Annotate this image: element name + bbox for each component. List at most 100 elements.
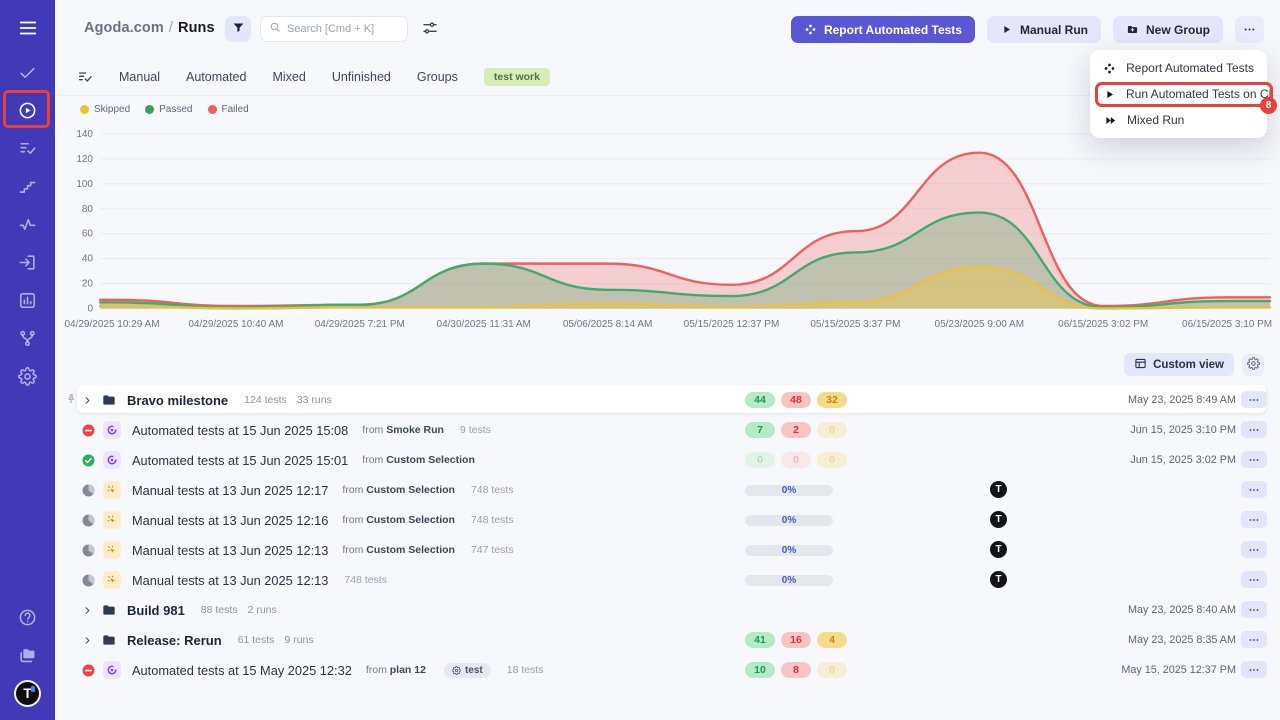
- menu-icon: [17, 17, 39, 39]
- sidebar-item-projects[interactable]: [0, 636, 55, 674]
- badge-skipped: 32: [817, 392, 847, 408]
- progress-bar: 0%: [745, 575, 833, 586]
- row-more-button[interactable]: [1241, 541, 1267, 558]
- sidebar-item-plans[interactable]: [0, 129, 55, 167]
- sidebar-item-menu[interactable]: [0, 9, 55, 47]
- run-row[interactable]: Automated tests at 15 Jun 2025 15:08 from…: [55, 415, 1280, 445]
- run-title[interactable]: Manual tests at 13 Jun 2025 12:13: [132, 573, 328, 588]
- run-row[interactable]: Automated tests at 15 May 2025 12:32from…: [55, 655, 1280, 685]
- sidebar-item-settings[interactable]: [0, 357, 55, 395]
- group-row[interactable]: Release: Rerun61 tests9 runs41164May 23,…: [55, 625, 1280, 655]
- svg-text:140: 140: [76, 129, 93, 140]
- sidebar: T: [0, 0, 55, 720]
- svg-text:0: 0: [87, 304, 93, 315]
- sidebar-item-pulse[interactable]: [0, 205, 55, 243]
- gear-icon: [452, 666, 461, 675]
- manual-run-icon: [103, 481, 121, 499]
- tab-groups[interactable]: Groups: [417, 70, 458, 84]
- sidebar-item-tests[interactable]: [0, 53, 55, 91]
- fast-forward-icon: [1103, 114, 1117, 127]
- assignee-avatar: T: [990, 511, 1007, 528]
- chevron-right-icon[interactable]: [82, 395, 93, 406]
- manual-run-button[interactable]: Manual Run: [987, 16, 1101, 43]
- svg-text:80: 80: [82, 204, 94, 215]
- folder-icon: [101, 632, 117, 648]
- run-tests-count: 9 tests: [460, 424, 491, 436]
- sidebar-item-workspace[interactable]: T: [0, 674, 55, 712]
- tab-mixed[interactable]: Mixed: [272, 70, 305, 84]
- row-more-button[interactable]: [1241, 571, 1267, 588]
- display-options-button[interactable]: [420, 20, 440, 38]
- row-more-button[interactable]: [1241, 481, 1267, 498]
- chart-box-icon: [18, 291, 37, 310]
- row-more-button[interactable]: [1241, 661, 1267, 678]
- play-icon: [1103, 88, 1116, 101]
- breadcrumb-project[interactable]: Agoda.com: [84, 20, 164, 36]
- run-title[interactable]: Manual tests at 13 Jun 2025 12:16: [132, 513, 328, 528]
- run-title[interactable]: Automated tests at 15 May 2025 12:32: [132, 663, 352, 678]
- run-source: from Smoke Run: [362, 424, 444, 436]
- group-name[interactable]: Build 981: [127, 603, 185, 618]
- row-more-button[interactable]: [1241, 451, 1267, 468]
- status-unfinished-icon: [82, 574, 95, 587]
- menu-item-report-automated-tests[interactable]: Report Automated Tests: [1090, 55, 1267, 81]
- help-icon: [18, 608, 37, 627]
- row-more-button[interactable]: [1241, 601, 1267, 618]
- tab-manual[interactable]: Manual: [119, 70, 160, 84]
- search-box[interactable]: [260, 16, 408, 42]
- tab-automated[interactable]: Automated: [186, 70, 246, 84]
- play-circle-icon: [18, 101, 37, 120]
- filter-tag[interactable]: test work: [484, 68, 550, 86]
- search-input[interactable]: [287, 23, 399, 35]
- sidebar-item-help[interactable]: [0, 598, 55, 636]
- manual-run-icon: [103, 511, 121, 529]
- chevron-right-icon[interactable]: [82, 605, 93, 616]
- sidebar-item-branches[interactable]: [0, 319, 55, 357]
- custom-view-button[interactable]: Custom view: [1124, 353, 1234, 376]
- run-row[interactable]: Manual tests at 13 Jun 2025 12:13748 tes…: [55, 565, 1280, 595]
- run-row[interactable]: Automated tests at 15 Jun 2025 15:01from…: [55, 445, 1280, 475]
- run-row[interactable]: Manual tests at 13 Jun 2025 12:13 from Cu…: [55, 535, 1280, 565]
- new-group-button[interactable]: New Group: [1113, 16, 1223, 43]
- svg-text:05/23/2025 9:00 AM: 05/23/2025 9:00 AM: [935, 319, 1025, 330]
- sidebar-item-import[interactable]: [0, 243, 55, 281]
- row-more-button[interactable]: [1241, 391, 1267, 408]
- run-title[interactable]: Manual tests at 13 Jun 2025 12:13: [132, 543, 328, 558]
- sidebar-item-runs[interactable]: [0, 91, 55, 129]
- sidebar-item-analytics[interactable]: [0, 281, 55, 319]
- run-title[interactable]: Manual tests at 13 Jun 2025 12:17: [132, 483, 328, 498]
- run-row[interactable]: Manual tests at 13 Jun 2025 12:16from Cu…: [55, 505, 1280, 535]
- actions-dropdown: Report Automated TestsRun Automated Test…: [1090, 50, 1267, 138]
- svg-text:20: 20: [82, 279, 94, 290]
- more-actions-button[interactable]: [1235, 16, 1264, 43]
- row-main: Release: Rerun61 tests9 runs: [82, 625, 314, 655]
- assignee-avatar: T: [990, 541, 1007, 558]
- menu-item-mixed-run[interactable]: Mixed Run: [1090, 107, 1267, 133]
- run-source: from Custom Selection: [342, 544, 455, 556]
- svg-text:06/15/2025 3:02 PM: 06/15/2025 3:02 PM: [1058, 319, 1148, 330]
- row-more-button[interactable]: [1241, 511, 1267, 528]
- group-name[interactable]: Bravo milestone: [127, 393, 228, 408]
- run-tag[interactable]: test: [444, 663, 491, 678]
- run-title[interactable]: Automated tests at 15 Jun 2025 15:08: [132, 423, 348, 438]
- group-name[interactable]: Release: Rerun: [127, 633, 222, 648]
- list-check-icon: [18, 139, 37, 158]
- run-row[interactable]: Manual tests at 13 Jun 2025 12:17from Cu…: [55, 475, 1280, 505]
- row-more-button[interactable]: [1241, 631, 1267, 648]
- filter-button[interactable]: [225, 16, 251, 42]
- table-settings-button[interactable]: [1242, 354, 1264, 376]
- row-more-button[interactable]: [1241, 421, 1267, 438]
- sidebar-footer: T: [0, 598, 55, 712]
- report-automated-tests-button[interactable]: Report Automated Tests: [791, 16, 975, 43]
- group-row[interactable]: Build 98188 tests2 runsMay 23, 2025 8:40…: [55, 595, 1280, 625]
- gear-icon: [18, 367, 37, 386]
- workspace-logo: T: [14, 680, 41, 707]
- run-title[interactable]: Automated tests at 15 Jun 2025 15:01: [132, 453, 348, 468]
- group-row[interactable]: Bravo milestone124 tests33 runs444832May…: [55, 385, 1280, 415]
- tab-unfinished[interactable]: Unfinished: [332, 70, 391, 84]
- chevron-right-icon[interactable]: [82, 635, 93, 646]
- menu-item-run-automated-tests-on-ci[interactable]: Run Automated Tests on CI: [1090, 81, 1267, 107]
- view-toolbar: Custom view: [1124, 353, 1264, 376]
- group-tests-count: 124 tests: [244, 394, 287, 406]
- sidebar-item-milestones[interactable]: [0, 167, 55, 205]
